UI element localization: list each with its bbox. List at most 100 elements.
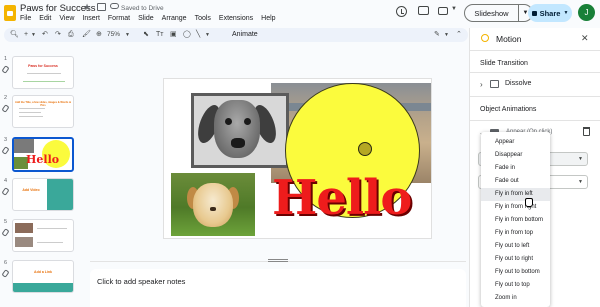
line-icon[interactable]: ╲ [196,30,200,40]
slide-thumbnail[interactable]: Add Video [12,178,74,211]
animation-type-dropdown: Appear Disappear Fade in Fade out Fly in… [481,132,550,307]
menu-help[interactable]: Help [261,15,275,22]
puppy-photo[interactable] [171,173,255,236]
pen-icon[interactable]: ✎ [434,30,440,40]
slide-number: 6 [4,260,8,266]
puppy-head [193,183,233,227]
speaker-notes[interactable]: Click to add speaker notes [90,269,466,307]
select-cursor-icon[interactable]: ⬉ [143,30,149,40]
dropdown-option-fly-in-from-right[interactable]: Fly in from right [481,201,550,214]
zoom-icon[interactable]: ⊕ [96,30,102,40]
transition-value[interactable]: Dissolve [505,80,531,87]
thumbnail-title: Paws for Success [28,64,58,68]
dog-photo[interactable] [191,93,289,168]
slide-thumbnail[interactable]: Add a Link [12,260,74,293]
text-box-icon[interactable]: Tт [156,30,163,40]
dropdown-option-fly-in-from-top[interactable]: Fly in from top [481,227,550,240]
chevron-down-icon[interactable]: ▼ [31,30,36,40]
dropdown-option-disappear[interactable]: Disappear [481,149,550,162]
resize-handle[interactable] [268,259,288,262]
slide-thumbnail-row[interactable]: 2 Add the Title, a few slides, images & … [0,95,86,129]
slideshow-button[interactable]: Slideshow [464,4,519,22]
redo-icon[interactable]: ↷ [55,30,61,40]
menu-tools[interactable]: Tools [195,15,211,22]
slide-thumbnail-row[interactable]: 3 Hello [0,137,86,172]
slide-thumbnail-selected[interactable]: Hello [12,137,74,172]
chevron-down-icon: ▼ [578,179,583,185]
slide-thumbnail[interactable]: Paws for Success [12,56,74,89]
chevron-down-icon[interactable]: ▼ [205,30,210,40]
move-to-folder-icon[interactable] [97,3,106,11]
animate-button[interactable]: Animate [232,30,258,40]
thumbnail-dog-image [14,139,34,153]
zoom-level[interactable]: 75% [107,30,120,40]
slide-transition-heading: Slide Transition [480,60,528,67]
dropdown-option-zoom-in[interactable]: Zoom in [481,292,550,305]
menu-arrange[interactable]: Arrange [162,15,187,22]
chevron-down-icon[interactable]: ▼ [451,6,457,12]
slide-thumbnail[interactable]: Add the Title, a few slides, images & Wo… [12,95,74,128]
puppy-nose [210,207,216,211]
slide-thumbnail-row[interactable]: 1 Paws for Success [0,56,86,90]
shape-icon[interactable]: ◯ [183,30,191,40]
thumbnail-footer-block [13,283,73,292]
menu-slide[interactable]: Slide [138,15,154,22]
avatar[interactable]: J [578,4,595,21]
toolbar: 🔍︎ + ▼ ↶ ↷ ⎙ 🖌︎ ⊕ 75% ▼ ⬉ Tт ▣ ◯ ╲ ▼ Ani… [4,28,468,42]
slide-thumbnail-row[interactable]: 4 Add Video [0,178,86,212]
slide-number: 5 [4,219,8,225]
slides-logo-icon[interactable] [4,5,16,21]
share-button[interactable]: Share ▼ [528,4,572,22]
chevron-right-icon[interactable]: › [480,80,483,89]
thumbnail-line [19,116,43,117]
image-icon[interactable]: ▣ [170,30,177,40]
slide-thumbnail-row[interactable]: 6 Add a Link [0,260,86,294]
thumbnail-video-block [47,179,73,210]
link-icon [1,65,10,74]
version-history-icon[interactable] [396,6,407,17]
menu-format[interactable]: Format [108,15,130,22]
dog-head [214,100,260,158]
link-icon [1,146,10,155]
thumbnail-title: Hello [26,153,60,166]
close-icon[interactable]: ✕ [581,33,589,44]
menu-file[interactable]: File [20,15,31,22]
dropdown-option-fly-out-to-top[interactable]: Fly out to top [481,279,550,292]
print-icon[interactable]: ⎙ [68,30,74,40]
dog-eye [225,118,232,125]
slide-thumbnail-row[interactable]: 5 [0,219,86,253]
paint-format-icon[interactable]: 🖌︎ [82,30,91,40]
dropdown-option-fly-out-to-bottom[interactable]: Fly out to bottom [481,266,550,279]
menu-edit[interactable]: Edit [39,15,51,22]
dropdown-option-fly-out-to-left[interactable]: Fly out to left [481,240,550,253]
menu-extensions[interactable]: Extensions [219,15,253,22]
dropdown-option-appear[interactable]: Appear [481,136,550,149]
slide-number: 1 [4,56,8,62]
video-call-icon[interactable] [438,7,448,15]
search-menus-icon[interactable]: 🔍︎ [10,30,19,40]
comments-icon[interactable] [418,6,429,15]
dropdown-option-fade-in[interactable]: Fade in [481,162,550,175]
undo-icon[interactable]: ↶ [42,30,48,40]
hello-text-box[interactable]: Hello [272,172,412,224]
dropdown-option-fly-in-from-bottom[interactable]: Fly in from bottom [481,214,550,227]
chevron-down-icon: ▼ [578,156,583,162]
slide-thumbnail[interactable] [12,219,74,252]
thumbnail-image [15,223,33,233]
trash-icon[interactable] [583,127,590,136]
dropdown-option-fade-out[interactable]: Fade out [481,175,550,188]
dropdown-option-fly-in-from-left[interactable]: Fly in from left [481,188,550,201]
chevron-down-icon[interactable]: ▼ [444,30,449,40]
menu-view[interactable]: View [59,15,74,22]
menu-insert[interactable]: Insert [82,15,100,22]
transition-icon [490,80,499,88]
chevron-down-icon[interactable]: ▼ [125,30,130,40]
save-status: Saved to Drive [121,5,164,12]
collapse-toolbar-icon[interactable]: ⌃ [456,30,462,40]
top-bar: Paws for Success ★ Saved to Drive File E… [0,0,600,27]
slide-canvas[interactable]: Hello [164,79,431,238]
new-slide-icon[interactable]: + [24,30,28,40]
dropdown-option-fly-out-to-right[interactable]: Fly out to right [481,253,550,266]
star-icon[interactable]: ★ [83,2,91,13]
link-icon [1,228,10,237]
